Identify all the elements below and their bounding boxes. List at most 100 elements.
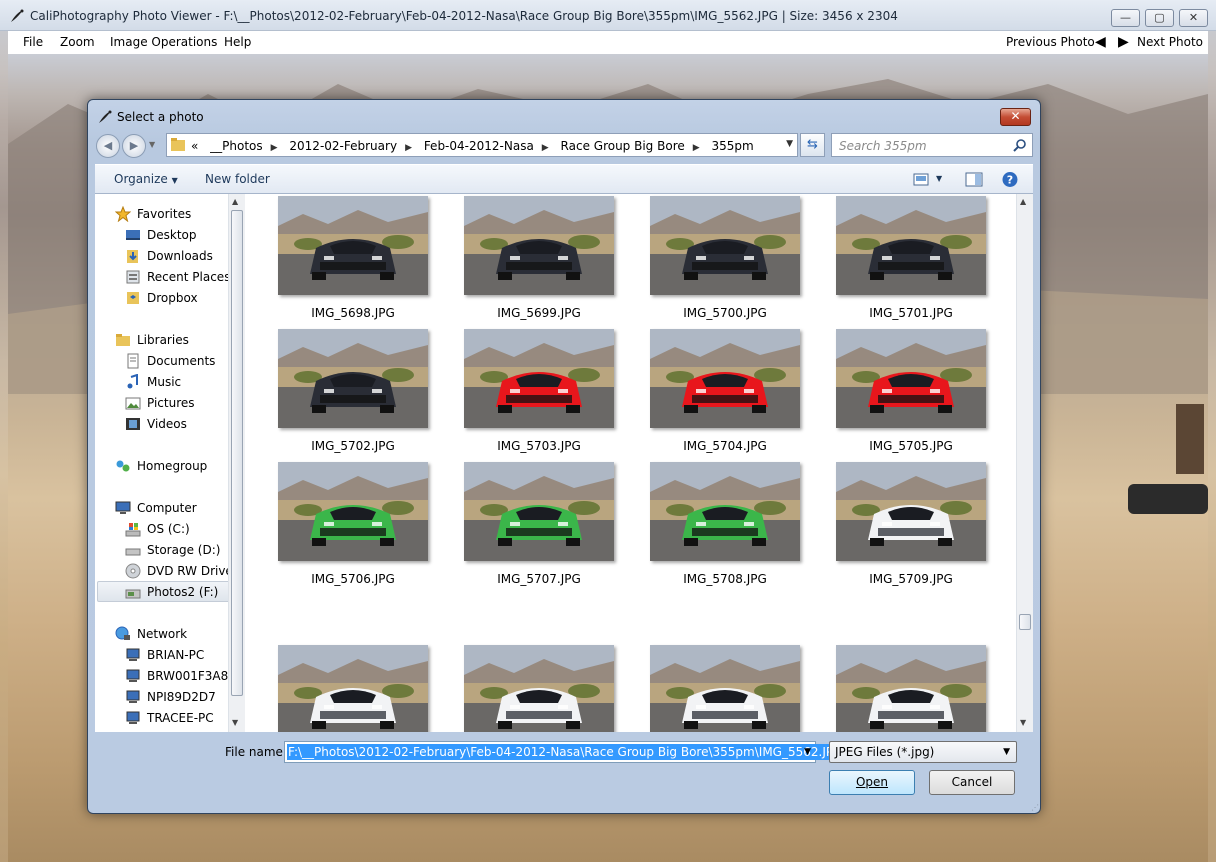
breadcrumb-february[interactable]: 2012-02-February [289,139,397,153]
dropbox-icon [125,290,141,306]
dialog-toolbar: Organize ▼ New folder ▼ ? [95,164,1033,194]
nav-pc-npi[interactable]: NPI89D2D7 [125,687,244,707]
dialog-close-button[interactable]: ✕ [1000,108,1031,126]
desktop-icon [125,227,141,243]
file-name: IMG_5703.JPG [497,439,581,453]
breadcrumb-overflow[interactable]: « [191,139,198,153]
file-name-input[interactable]: F:\__Photos\2012-02-February\Feb-04-2012… [284,741,844,763]
breadcrumb-separator-icon[interactable]: ▶ [693,143,700,153]
nav-os-c[interactable]: OS (C:) [125,519,244,539]
nav-photos2-f[interactable]: Photos2 (F:) [97,581,234,602]
nav-homegroup[interactable]: Homegroup [115,456,244,476]
nav-storage-d[interactable]: Storage (D:) [125,540,244,560]
photo-thumbnail [650,645,800,732]
maximize-button[interactable]: ▢ [1145,9,1174,27]
organize-dropdown-icon: ▼ [171,176,178,185]
refresh-button[interactable]: ⇆ [800,133,825,157]
open-label: Open [855,775,889,789]
close-window-button[interactable]: ✕ [1179,9,1208,27]
previous-arrow-icon[interactable]: ◀ [1095,34,1106,50]
nav-pc-brian[interactable]: BRIAN-PC [125,645,244,665]
address-bar[interactable]: « __Photos ▶ 2012-02-February ▶ Feb-04-201… [166,133,798,157]
back-button[interactable]: ◀ [96,134,120,158]
file-name: IMG_5701.JPG [869,306,953,320]
file-type-dropdown-icon[interactable]: ▼ [1003,747,1010,757]
nav-documents[interactable]: Documents [125,351,244,371]
file-name: IMG_5698.JPG [311,306,395,320]
photo-thumbnail [464,196,614,295]
breadcrumb-separator-icon[interactable]: ▶ [271,143,278,153]
file-name-value[interactable]: F:\__Photos\2012-02-February\Feb-04-2012… [287,744,844,760]
menu-image-operations[interactable]: Image Operations [110,35,217,49]
nav-pc-tracee[interactable]: TRACEE-PC [125,708,244,728]
resize-grip-icon[interactable]: ⋰ [1031,803,1039,812]
cancel-button[interactable]: Cancel [929,770,1015,795]
preview-pane-icon[interactable] [964,171,984,188]
previous-photo-button[interactable]: Previous Photo [1006,35,1095,49]
breadcrumb-355pm[interactable]: 355pm [712,139,754,153]
nav-favorites[interactable]: Favorites [114,204,244,224]
file-name: IMG_5700.JPG [683,306,767,320]
menu-bar: File Zoom Image Operations Help Previous… [8,31,1208,54]
photo-thumbnail [650,462,800,561]
scroll-up-icon[interactable]: ▲ [232,197,238,206]
homegroup-icon [115,458,131,474]
file-scrollbar[interactable]: ▲ ▼ [1016,194,1033,732]
breadcrumb-separator-icon[interactable]: ▶ [542,143,549,153]
photo-thumbnail [278,462,428,561]
app-icon [11,9,24,22]
new-folder-button[interactable]: New folder [205,172,270,186]
search-input[interactable]: Search 355pm [831,133,1033,157]
videos-icon [125,416,141,432]
minimize-button[interactable]: — [1111,9,1140,27]
nav-downloads[interactable]: Downloads [125,246,244,266]
file-name-dropdown-icon[interactable]: ▼ [804,747,811,757]
nav-desktop[interactable]: Desktop [125,225,244,245]
help-icon[interactable]: ? [1000,171,1020,188]
star-icon [114,205,132,223]
breadcrumb-photos[interactable]: __Photos [210,139,262,153]
file-scroll-thumb[interactable] [1019,614,1031,630]
scroll-down-icon[interactable]: ▼ [232,718,238,727]
open-button[interactable]: Open [829,770,915,795]
nav-pictures[interactable]: Pictures [125,393,244,413]
recent-pages-dropdown-icon[interactable]: ▼ [149,140,155,149]
view-dropdown-icon[interactable]: ▼ [936,174,942,183]
file-name: IMG_5708.JPG [683,572,767,586]
menu-zoom[interactable]: Zoom [60,35,95,49]
navigation-row: ◀ ▶ ▼ « __Photos ▶ 2012-02-February ▶ Feb-… [96,132,1034,159]
next-photo-button[interactable]: Next Photo [1137,35,1203,49]
address-dropdown-icon[interactable]: ▼ [786,139,793,149]
scroll-down-icon[interactable]: ▼ [1020,718,1026,727]
documents-icon [125,353,141,369]
view-options-icon[interactable] [913,171,933,188]
menu-file[interactable]: File [23,35,43,49]
file-name: IMG_5702.JPG [311,439,395,453]
nav-recent-places[interactable]: Recent Places [125,267,244,287]
nav-dvd-e[interactable]: DVD RW Drive (E: [125,561,244,581]
next-arrow-icon[interactable]: ▶ [1118,34,1129,50]
nav-libraries[interactable]: Libraries [115,330,244,350]
nav-pc-brw[interactable]: BRW001F3A8F379 [125,666,244,686]
nav-network[interactable]: Network [115,624,244,644]
nav-dropbox[interactable]: Dropbox [125,288,244,308]
nav-computer[interactable]: Computer [115,498,244,518]
scroll-up-icon[interactable]: ▲ [1020,197,1026,206]
breadcrumb-nasa[interactable]: Feb-04-2012-Nasa [424,139,534,153]
photo-thumbnail [836,645,986,732]
forward-button[interactable]: ▶ [122,134,146,158]
menu-help[interactable]: Help [224,35,251,49]
file-name: IMG_5705.JPG [869,439,953,453]
file-type-select[interactable]: JPEG Files (*.jpg) ▼ [829,741,1017,763]
file-type-value: JPEG Files (*.jpg) [835,745,935,759]
breadcrumb-race-group[interactable]: Race Group Big Bore [561,139,685,153]
nav-scrollbar[interactable]: ▲ ▼ [228,194,245,732]
nav-music[interactable]: Music [125,372,244,392]
search-icon[interactable] [1013,138,1027,152]
folder-icon [171,138,185,151]
nav-videos[interactable]: Videos [125,414,244,434]
breadcrumb-separator-icon[interactable]: ▶ [405,143,412,153]
nav-scroll-thumb[interactable] [231,210,243,696]
organize-button[interactable]: Organize ▼ [114,172,178,186]
photo-thumbnail [836,462,986,561]
